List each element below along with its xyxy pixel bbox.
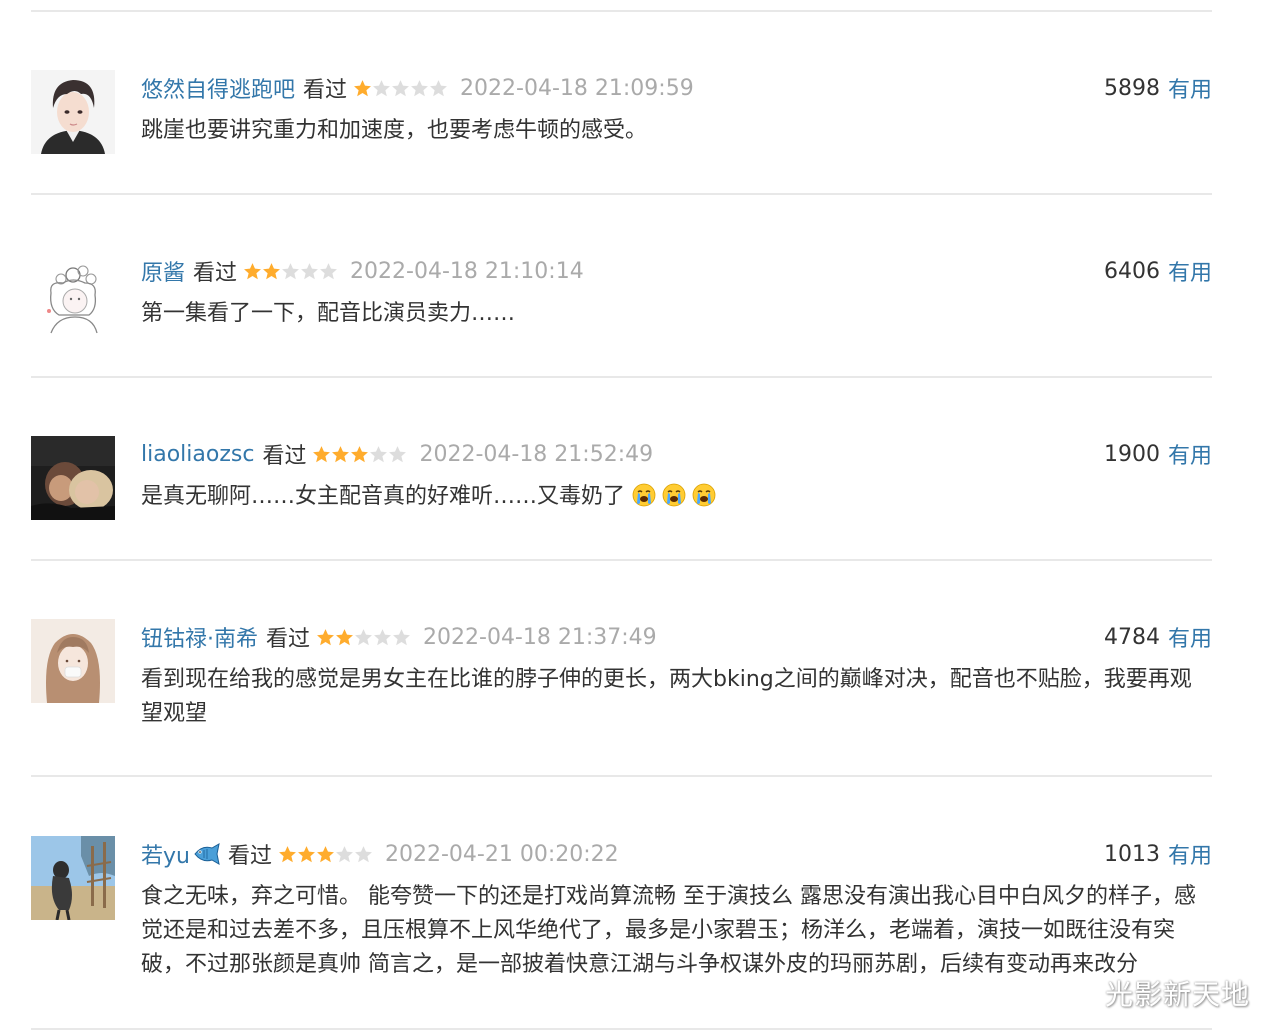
crying-face-icon <box>692 483 716 507</box>
rating-stars <box>243 262 338 281</box>
comment-time: 2022-04-18 21:52:49 <box>419 441 654 467</box>
comment-time: 2022-04-18 21:10:14 <box>350 258 584 284</box>
rating-stars <box>278 845 373 864</box>
star-empty-icon <box>320 262 337 279</box>
comment-text: 第一集看了一下，配音比演员卖力…… <box>141 297 1212 331</box>
star-empty-icon <box>301 262 318 279</box>
divider <box>31 193 1212 195</box>
crying-face-icon <box>662 483 686 507</box>
useful-button[interactable]: 有用 <box>1168 255 1212 287</box>
star-empty-icon <box>392 79 409 96</box>
username-link[interactable]: liaoliaozsc <box>141 442 254 467</box>
comment-time: 2022-04-18 21:37:49 <box>423 624 657 650</box>
username-link[interactable]: 钮钴禄·南希 <box>141 621 258 653</box>
username-link[interactable]: 原酱 <box>141 255 185 287</box>
rating-stars <box>312 445 407 464</box>
comment-header: 若yu 看过 2022-04-21 00:20:22 1013 有用 <box>141 836 1212 872</box>
star-empty-icon <box>373 79 390 96</box>
star-filled-icon <box>351 445 369 462</box>
avatar[interactable] <box>31 619 115 703</box>
star-filled-icon <box>279 845 296 862</box>
comment-text: 看到现在给我的感觉是男女主在比谁的脖子伸的更长，两大bking之间的巅峰对决，配… <box>141 663 1212 731</box>
username-link[interactable]: 若yu <box>141 838 190 870</box>
star-empty-icon <box>393 628 410 645</box>
star-filled-icon <box>354 79 371 96</box>
avatar[interactable] <box>31 436 115 520</box>
comment-text-content: 食之无味，弃之可惜。 能夸赞一下的还是打戏尚算流畅 至于演技么 露思没有演出我心… <box>141 884 1196 977</box>
comment-item: 悠然自得逃跑吧 看过 2022-04-18 21:09:59 5898 有用 跳… <box>31 70 1212 180</box>
star-filled-icon <box>244 262 261 279</box>
comment-item: 若yu 看过 2022-04-21 00:20:22 1013 有用 食之无味，… <box>31 836 1212 1016</box>
avatar[interactable] <box>31 70 115 154</box>
comment-header: 悠然自得逃跑吧 看过 2022-04-18 21:09:59 5898 有用 <box>141 70 1212 106</box>
comment-item: liaoliaozsc 看过 2022-04-18 21:52:49 1900 … <box>31 436 1212 546</box>
useful-button[interactable]: 有用 <box>1168 72 1212 104</box>
crying-face-icon <box>632 483 656 507</box>
comment-text-content: 看到现在给我的感觉是男女主在比谁的脖子伸的更长，两大bking之间的巅峰对决，配… <box>141 667 1192 726</box>
vote-count: 1013 <box>1103 841 1160 867</box>
star-empty-icon <box>430 79 447 96</box>
comment-header: 原酱 看过 2022-04-18 21:10:14 6406 有用 <box>141 253 1212 289</box>
star-empty-icon <box>370 445 388 462</box>
comment-item: 原酱 看过 2022-04-18 21:10:14 6406 有用 第一集看了一… <box>31 253 1212 363</box>
divider <box>31 775 1212 777</box>
star-filled-icon <box>317 845 334 862</box>
divider <box>31 559 1212 561</box>
comment-text-content: 跳崖也要讲究重力和加速度，也要考虑牛顿的感受。 <box>141 118 648 143</box>
fish-icon <box>194 843 220 865</box>
rating-stars <box>316 628 411 647</box>
star-empty-icon <box>374 628 391 645</box>
useful-button[interactable]: 有用 <box>1168 838 1212 870</box>
useful-button[interactable]: 有用 <box>1168 438 1212 470</box>
star-empty-icon <box>282 262 299 279</box>
divider <box>31 376 1212 378</box>
comment-header: liaoliaozsc 看过 2022-04-18 21:52:49 1900 … <box>141 436 1212 472</box>
avatar[interactable] <box>31 253 115 337</box>
star-filled-icon <box>336 628 353 645</box>
vote-count: 5898 <box>1103 75 1160 101</box>
star-filled-icon <box>332 445 350 462</box>
comment-text-content: 是真无聊阿……女主配音真的好难听……又毒奶了 <box>141 484 626 509</box>
star-empty-icon <box>336 845 353 862</box>
star-filled-icon <box>313 445 331 462</box>
avatar[interactable] <box>31 836 115 920</box>
comment-time: 2022-04-21 00:20:22 <box>384 841 619 867</box>
star-empty-icon <box>355 845 372 862</box>
divider <box>31 10 1212 12</box>
vote-count: 1900 <box>1103 441 1160 467</box>
star-empty-icon <box>355 628 372 645</box>
watch-status: 看过 <box>266 627 311 652</box>
star-empty-icon <box>389 445 407 462</box>
emoji-group <box>625 483 722 509</box>
vote-count: 4784 <box>1103 624 1160 650</box>
useful-button[interactable]: 有用 <box>1168 621 1212 653</box>
comment-header: 钮钴禄·南希 看过 2022-04-18 21:37:49 4784 有用 <box>141 619 1212 655</box>
star-filled-icon <box>317 628 334 645</box>
star-filled-icon <box>263 262 280 279</box>
watch-status: 看过 <box>262 444 307 469</box>
comment-text: 食之无味，弃之可惜。 能夸赞一下的还是打戏尚算流畅 至于演技么 露思没有演出我心… <box>141 880 1212 982</box>
watch-status: 看过 <box>227 844 272 869</box>
watermark: 光影新天地 <box>1104 978 1250 1011</box>
comment-time: 2022-04-18 21:09:59 <box>460 75 694 101</box>
star-filled-icon <box>298 845 315 862</box>
divider <box>31 1028 1212 1030</box>
comment-text: 跳崖也要讲究重力和加速度，也要考虑牛顿的感受。 <box>141 114 1212 148</box>
watch-status: 看过 <box>303 78 348 103</box>
star-empty-icon <box>411 79 428 96</box>
watch-status: 看过 <box>193 261 238 286</box>
rating-stars <box>353 79 448 98</box>
vote-count: 6406 <box>1103 258 1160 284</box>
comment-item: 钮钴禄·南希 看过 2022-04-18 21:37:49 4784 有用 看到… <box>31 619 1212 759</box>
comment-text-content: 第一集看了一下，配音比演员卖力…… <box>141 301 516 326</box>
comment-text: 是真无聊阿……女主配音真的好难听……又毒奶了 <box>141 480 1212 514</box>
username-link[interactable]: 悠然自得逃跑吧 <box>141 72 295 104</box>
